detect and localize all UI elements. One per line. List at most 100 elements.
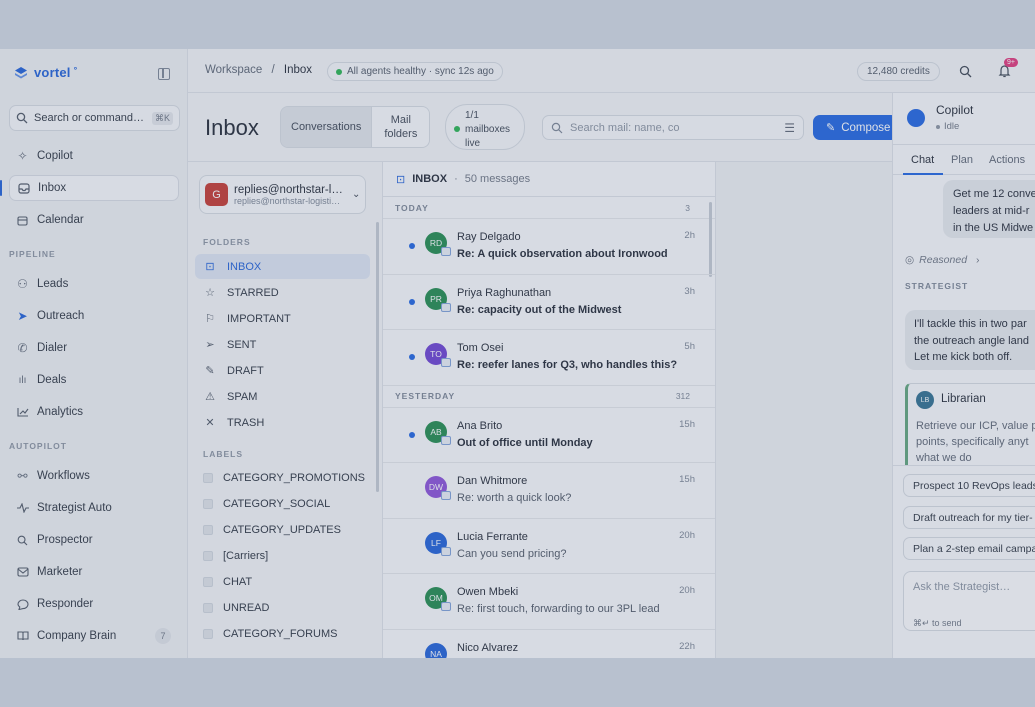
- health-status[interactable]: All agents healthy · sync 12s ago: [327, 62, 503, 81]
- sidebar-item-outreach[interactable]: ➤ Outreach: [9, 303, 179, 329]
- librarian-card[interactable]: LB Librarian Retrieve our ICP, value p p…: [905, 383, 1035, 473]
- folder-inbox[interactable]: ⊡ INBOX: [195, 254, 370, 279]
- folder-label: IMPORTANT: [227, 312, 291, 325]
- sidebar-item-workflows[interactable]: ⚯ Workflows: [9, 463, 179, 489]
- sidebar-item-label: Calendar: [37, 214, 84, 226]
- group-title: TODAY: [395, 202, 429, 213]
- sidebar-item-copilot[interactable]: ✧ Copilot: [9, 143, 179, 169]
- sidebar-item-label: Analytics: [37, 406, 84, 418]
- label-checkbox[interactable]: [203, 577, 213, 587]
- pencil-icon: ✎: [826, 122, 836, 134]
- strategist-message-line: the outreach angle land: [914, 334, 1029, 347]
- suggestion-chip[interactable]: Prospect 10 RevOps leads: [903, 474, 1035, 497]
- label-item[interactable]: [Carriers]: [203, 546, 268, 566]
- sidebar-item-deals[interactable]: ılı Deals: [9, 367, 179, 393]
- folder-draft[interactable]: ✎ DRAFT: [195, 358, 370, 383]
- breadcrumb-separator: /: [271, 64, 275, 76]
- mail-icon: [441, 247, 451, 256]
- sidebar-item-dialer[interactable]: ✆ Dialer: [9, 335, 179, 361]
- message-row[interactable]: NA Nico Alvarez 22h: [383, 630, 715, 658]
- message-row[interactable]: RD Ray Delgado Re: A quick observation abo…: [383, 219, 715, 275]
- sidebar-item-calendar[interactable]: Calendar: [9, 207, 179, 233]
- account-selector[interactable]: G replies@northstar-l… replies@northstar…: [199, 175, 366, 214]
- tab-actions[interactable]: Actions: [989, 154, 1025, 166]
- label-item[interactable]: CATEGORY_SOCIAL: [203, 494, 330, 514]
- copilot-title: Copilot: [936, 103, 974, 117]
- compose-button[interactable]: ✎ Compose: [813, 115, 898, 140]
- phone-icon: ✆: [17, 341, 28, 355]
- mailboxes-status[interactable]: 1/1 mailboxes live: [445, 104, 525, 150]
- librarian-text-line: Retrieve our ICP, value p: [916, 420, 1035, 432]
- message-row[interactable]: LF Lucia Ferrante Can you send pricing? 20h: [383, 519, 715, 574]
- health-status-text: All agents healthy · sync 12s ago: [347, 66, 494, 77]
- credits-badge[interactable]: 12,480 credits: [857, 62, 940, 81]
- section-pipeline: PIPELINE: [9, 249, 56, 259]
- folder-spam[interactable]: ⚠ SPAM: [195, 384, 370, 409]
- user-message-line: in the US Midwe: [953, 222, 1034, 234]
- folder-starred[interactable]: ☆ STARRED: [195, 280, 370, 305]
- page-title: Inbox: [205, 115, 259, 140]
- sidebar-item-label: Inbox: [38, 182, 67, 194]
- mail-search-input[interactable]: Search mail: name, co ☰: [542, 115, 804, 140]
- label-checkbox[interactable]: [203, 499, 213, 509]
- suggestion-chip[interactable]: Draft outreach for my tier-: [903, 506, 1035, 529]
- folder-important[interactable]: ⚐ IMPORTANT: [195, 306, 370, 331]
- sidebar-item-prospector[interactable]: Prospector: [9, 527, 179, 553]
- tab-conversations[interactable]: Conversations: [281, 107, 372, 147]
- folder-label: INBOX: [227, 260, 262, 273]
- message-row[interactable]: OM Owen Mbeki Re: first touch, forwarding …: [383, 574, 715, 630]
- suggestion-chip[interactable]: Plan a 2-step email campa: [903, 537, 1035, 560]
- message-row[interactable]: AB Ana Brito Out of office until Monday 15h: [383, 408, 715, 463]
- search-icon[interactable]: [957, 63, 973, 79]
- filter-icon[interactable]: ☰: [784, 121, 795, 135]
- mailboxes-live: live: [465, 138, 481, 149]
- tab-chat[interactable]: Chat: [911, 154, 934, 166]
- send-icon: ➤: [17, 309, 28, 323]
- sidebar-item-inbox[interactable]: Inbox: [9, 175, 179, 201]
- brand[interactable]: vortel °: [14, 65, 77, 80]
- sender-avatar: NA: [425, 642, 447, 658]
- sidebar-item-strategist-auto[interactable]: Strategist Auto: [9, 495, 179, 521]
- label-checkbox[interactable]: [203, 525, 213, 535]
- mailboxes-label: mailboxes: [465, 124, 511, 135]
- message-row[interactable]: DW Dan Whitmore Re: worth a quick look? 15h: [383, 463, 715, 519]
- sidebar-item-leads[interactable]: ⚇ Leads: [9, 271, 179, 297]
- message-subject: Can you send pricing?: [457, 547, 567, 560]
- librarian-text: Retrieve our ICP, value p points, specif…: [916, 418, 1035, 466]
- copilot-avatar: [907, 109, 925, 127]
- label-name: CATEGORY_SOCIAL: [223, 498, 331, 510]
- copilot-status: Idle: [936, 121, 959, 132]
- folders-scrollbar[interactable]: [376, 222, 379, 492]
- label-checkbox[interactable]: [203, 603, 213, 613]
- sidebar-collapse-icon[interactable]: [158, 68, 170, 80]
- label-name: CHAT: [223, 576, 253, 588]
- label-item[interactable]: CATEGORY_PROMOTIONS: [203, 468, 365, 488]
- breadcrumb-root[interactable]: Workspace: [205, 64, 262, 76]
- sidebar-item-analytics[interactable]: Analytics: [9, 399, 179, 425]
- folder-trash[interactable]: ✕ TRASH: [195, 410, 370, 435]
- label-checkbox[interactable]: [203, 629, 213, 639]
- tab-mail-folders[interactable]: Mail folders: [371, 107, 430, 147]
- message-row[interactable]: TO Tom Osei Re: reefer lanes for Q3, who h…: [383, 330, 715, 386]
- label-item[interactable]: CATEGORY_FORUMS: [203, 624, 338, 644]
- tab-plan[interactable]: Plan: [951, 154, 973, 166]
- sidebar-item-company-brain[interactable]: Company Brain 7: [9, 623, 179, 649]
- message-time: 20h: [679, 585, 695, 596]
- strategist-input[interactable]: Ask the Strategist… ⌘↵ to send: [903, 571, 1035, 631]
- reasoned-toggle[interactable]: ◎ Reasoned ›: [905, 254, 980, 266]
- sidebar-item-marketer[interactable]: Marketer: [9, 559, 179, 585]
- status-dot-icon: [336, 68, 342, 75]
- label-item[interactable]: CATEGORY_UPDATES: [203, 520, 341, 540]
- label-item[interactable]: UNREAD: [203, 598, 269, 618]
- label-checkbox[interactable]: [203, 473, 213, 483]
- mail-icon: [441, 657, 451, 658]
- group-count: 312: [675, 391, 690, 401]
- message-folder-name: INBOX: [412, 173, 448, 185]
- label-checkbox[interactable]: [203, 551, 213, 561]
- label-item[interactable]: CHAT: [203, 572, 252, 592]
- command-search[interactable]: Search or command… ⌘K: [9, 105, 180, 131]
- mail-icon: [441, 358, 451, 367]
- sidebar-item-responder[interactable]: Responder: [9, 591, 179, 617]
- message-row[interactable]: PR Priya Raghunathan Re: capacity out of t…: [383, 275, 715, 330]
- folder-sent[interactable]: ➢ SENT: [195, 332, 370, 357]
